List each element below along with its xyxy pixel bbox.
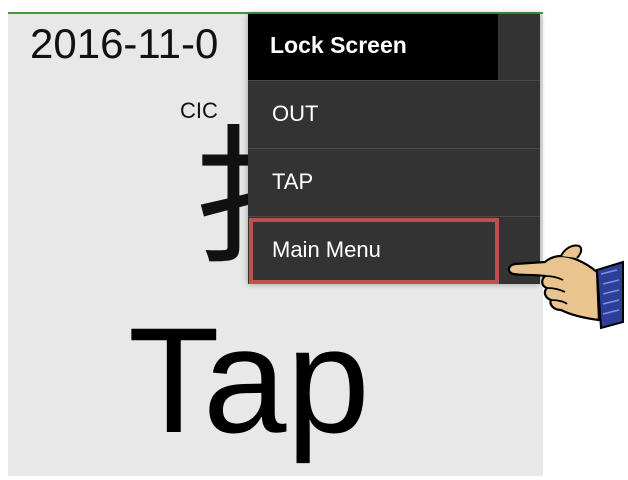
menu-item-out[interactable]: OUT xyxy=(248,80,540,146)
menu-item-label: Main Menu xyxy=(272,237,381,262)
tutorial-stage: 2016-11-0 CIC 扌 Tap Lock Screen OUT TAP … xyxy=(0,0,628,480)
menu-item-label: Lock Screen xyxy=(270,32,407,58)
menu-item-lock-screen[interactable]: Lock Screen xyxy=(248,14,498,80)
pointing-hand-icon xyxy=(507,244,624,330)
menu-item-label: OUT xyxy=(272,101,319,126)
tap-label[interactable]: Tap xyxy=(128,300,370,460)
menu-item-main-menu[interactable]: Main Menu xyxy=(248,216,540,282)
overflow-menu: Lock Screen OUT TAP Main Menu xyxy=(248,14,540,284)
menu-item-tap[interactable]: TAP xyxy=(248,148,540,214)
date-display: 2016-11-0 xyxy=(30,20,219,67)
menu-item-label: TAP xyxy=(272,169,314,194)
